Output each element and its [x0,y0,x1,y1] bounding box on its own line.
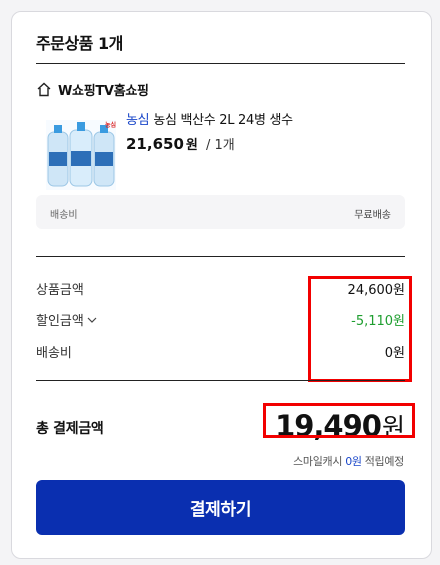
price-unit: 원 [185,138,198,153]
brand-logo: 농심 [105,122,117,129]
shop-name: W쇼핑TV홈쇼핑 [58,84,149,99]
product-quantity: / 1개 [206,138,235,153]
order-summary-card: 주문상품 1개 W쇼핑TV홈쇼핑 농심 농심 농심 백산수 2L 24병 생수 2… [11,11,432,559]
shop-row[interactable]: W쇼핑TV홈쇼핑 [36,80,149,99]
divider [36,380,405,381]
section-title: 주문상품 1개 [36,34,123,53]
product-price-row: 21,650 원 / 1개 [126,134,235,153]
product-name[interactable]: 농심 농심 백산수 2L 24병 생수 [126,109,293,128]
shipping-label: 배송비 [50,210,78,221]
divider [36,63,405,64]
highlight-box [263,403,415,438]
product-brand: 농심 [126,113,150,128]
product-image[interactable] [46,120,116,190]
discount-amount-label: 할인금액 [36,314,84,329]
shipping-info-box: 배송비 무료배송 [36,195,405,229]
points-suffix: 적립예정 [364,455,405,468]
discount-toggle[interactable]: 할인금액 [36,310,97,329]
shipping-value: 무료배송 [354,210,391,221]
points-prefix: 스마일캐시 [293,455,343,468]
product-price: 21,650 [126,135,184,153]
product-title: 농심 백산수 2L 24병 생수 [153,113,293,128]
points-notice: 스마일캐시 0원 적립예정 [293,453,404,469]
total-label: 총 결제금액 [36,421,104,437]
chevron-down-icon[interactable] [87,315,97,325]
points-amount: 0원 [345,455,362,468]
pay-button[interactable]: 결제하기 [36,480,405,535]
home-icon [37,82,51,97]
shipping-amount-label: 배송비 [36,346,72,361]
product-amount-label: 상품금액 [36,283,84,298]
divider [36,256,405,257]
highlight-box [308,276,412,382]
